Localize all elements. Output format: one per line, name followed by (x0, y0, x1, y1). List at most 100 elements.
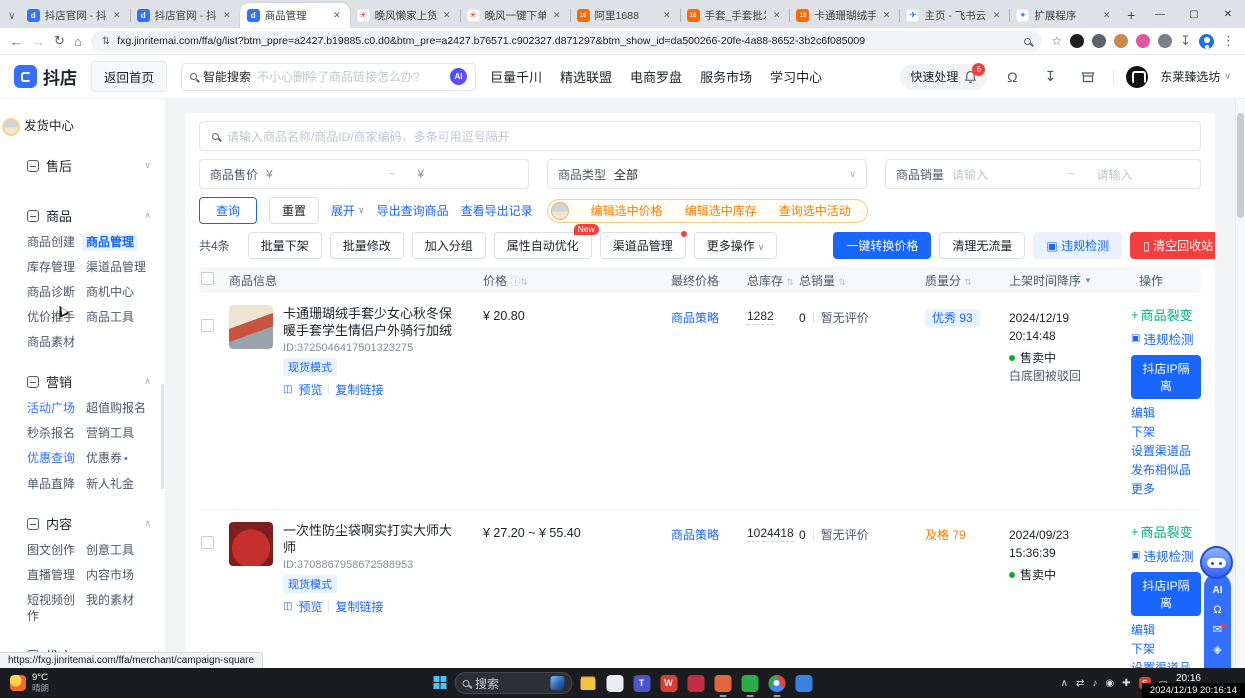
sidebar-section-header[interactable]: 内容 ∧ (0, 508, 165, 539)
row-checkbox[interactable] (201, 319, 214, 332)
product-image[interactable] (229, 305, 273, 349)
header-sales[interactable]: 总销量 ⇅ (799, 272, 925, 289)
ai-label[interactable]: AI (1213, 585, 1223, 596)
teams[interactable]: T (633, 675, 650, 692)
tab-close-icon[interactable]: ✕ (111, 9, 123, 22)
pen-icon[interactable]: ✚ (1122, 678, 1130, 689)
ai-search-icon[interactable]: AI (450, 68, 467, 85)
sidebar-scrollbar[interactable] (161, 384, 164, 489)
windows-start-icon[interactable] (433, 676, 447, 690)
row-violation-check-link[interactable]: ▣违规检测 (1131, 329, 1193, 348)
plugin-action-link[interactable]: 查询选中活动 (779, 202, 851, 219)
query-button[interactable]: 查询 (199, 197, 257, 224)
header-nav-link[interactable]: 巨量千川 (490, 67, 542, 86)
toolbar-button[interactable]: 渠道品管理∨ (600, 232, 686, 259)
menu-dots-icon[interactable]: ⋮ (1222, 33, 1235, 49)
message-icon[interactable]: ✉ (1213, 625, 1222, 636)
tab-close-icon[interactable]: ✕ (1101, 9, 1113, 22)
mail[interactable] (606, 675, 623, 692)
reset-button[interactable]: 重置 (269, 197, 319, 224)
forward-icon[interactable]: → (32, 34, 45, 49)
tab-close-icon[interactable]: ✕ (661, 9, 673, 22)
sort-icon[interactable]: ⇅ (520, 277, 528, 287)
header-nav-link[interactable]: 电商罗盘 (630, 67, 682, 86)
expand-filters-link[interactable]: 展开∨ (331, 202, 365, 219)
header-stock[interactable]: 总库存 ⇅ (747, 272, 799, 289)
keyword-search-input[interactable]: 请输入商品名称/商品ID/商家编码，多条可用逗号隔开 (199, 121, 1201, 151)
fox-plugin-icon[interactable] (2, 118, 20, 136)
product-fission-link[interactable]: + 商品裂变 (1131, 522, 1193, 541)
sidebar-section-header[interactable]: 商品 ∧ (0, 200, 165, 231)
row-action-link[interactable]: 下架 (1131, 425, 1191, 440)
tab-close-icon[interactable]: ✕ (551, 9, 563, 22)
export-products-link[interactable]: 导出查询商品 (377, 202, 449, 219)
copy-link[interactable]: 复制链接 (335, 598, 383, 615)
plugin-action-link[interactable]: 编辑选中价格 (591, 202, 663, 219)
select-all-checkbox[interactable] (201, 272, 214, 285)
tray-expand-icon[interactable]: ∧ (1061, 678, 1068, 689)
sidebar-item[interactable]: 商品诊断 (27, 284, 75, 300)
sidebar-item[interactable]: 商品工具 (86, 309, 134, 325)
toolbar-button[interactable]: 加入分组∨ (412, 232, 486, 259)
product-type-select[interactable]: 商品类型 全部 ∨ (547, 159, 867, 189)
product-title[interactable]: 卡通珊瑚绒手套少女心秋冬保暖手套学生情侣户外骑行加绒防寒手套 (283, 305, 461, 339)
url-bar[interactable]: ⇅ fxg.jinritemai.com/ffa/g/list?btm_ppre… (91, 31, 1043, 52)
header-nav-link[interactable]: 精选联盟 (560, 67, 612, 86)
profile-avatar-icon[interactable] (1199, 34, 1214, 49)
mic-icon[interactable]: ◉ (1105, 678, 1114, 689)
back-home-button[interactable]: 返回首页 (91, 61, 167, 92)
window-minimize-button[interactable]: — (1143, 0, 1177, 28)
row-action-link[interactable]: 发布相似品 (1131, 463, 1191, 478)
header-price[interactable]: 价格 ⓘ⇅ (461, 272, 671, 289)
storefront-icon[interactable] (1075, 64, 1101, 90)
row-action-link[interactable]: 更多 (1131, 482, 1191, 497)
sort-icon[interactable]: ⇅ (786, 277, 794, 287)
sidebar-item-shipping-center[interactable]: 发货中心 (0, 115, 165, 134)
violation-check-button[interactable]: ▣ 违规检测 (1033, 232, 1122, 259)
back-icon[interactable]: ← (10, 34, 23, 49)
recorder[interactable] (714, 675, 731, 692)
header-quality[interactable]: 质量分 ⇅ (925, 272, 1009, 289)
douyin-ip-button[interactable]: 抖店IP隔离 (1131, 572, 1201, 616)
product-image[interactable] (229, 522, 273, 566)
store-name[interactable]: 东莱臻选坊∨ (1160, 68, 1231, 85)
header-nav-link[interactable]: 服务市场 (700, 67, 752, 86)
site-info-icon[interactable]: ⇅ (102, 36, 110, 47)
browser-tab[interactable]: 晚风懒家上货 ✕ (350, 3, 460, 28)
sidebar-item[interactable]: 图文创作 (27, 542, 75, 558)
sidebar-item[interactable]: 内容市场 (86, 567, 134, 583)
photos[interactable] (795, 675, 812, 692)
copy-link[interactable]: 复制链接 (335, 381, 383, 398)
sidebar-item[interactable]: 我的素材 (86, 592, 134, 624)
sidebar-item[interactable]: 营销工具 (86, 425, 134, 441)
browser-tab[interactable]: 晚风一键下单 - 安 ✕ (460, 3, 570, 28)
window-close-button[interactable]: ✕ (1211, 0, 1245, 28)
tab-close-icon[interactable]: ✕ (331, 9, 343, 22)
sidebar-section-header[interactable]: 营销 ∧ (0, 366, 165, 397)
product-fission-link[interactable]: + 商品裂变 (1131, 305, 1193, 324)
word[interactable]: W (660, 675, 677, 692)
sidebar-item[interactable]: 渠道品管理 (86, 259, 146, 275)
row-action-link[interactable]: 编辑 (1131, 623, 1191, 638)
sales-range-filter[interactable]: 商品销量 请输入 ~ 请输入 (885, 159, 1201, 189)
sidebar-item[interactable]: 商机中心 (86, 284, 134, 300)
browser-tab[interactable]: 阿里1688 ✕ (570, 3, 680, 28)
toolbar-button[interactable]: 更多操作∨ (694, 232, 778, 259)
row-violation-check-link[interactable]: ▣违规检测 (1131, 546, 1193, 565)
browser-tab[interactable]: 主页 - 飞书云文档 ✕ (899, 3, 1009, 28)
download-center-icon[interactable]: ↧ (1037, 64, 1063, 90)
product-title[interactable]: 一次性防尘袋啊实打实大师大师 (283, 522, 461, 556)
bookmark-star-icon[interactable]: ☆ (1051, 34, 1062, 48)
price-range-filter[interactable]: 商品售价 ¥ ~ ¥ (199, 159, 529, 189)
sidebar-item[interactable]: 商品创建 (27, 234, 75, 250)
taskbar-search[interactable]: 搜索 (454, 672, 572, 694)
douyin-ip-button[interactable]: 抖店IP隔离 (1131, 355, 1201, 399)
chrome[interactable] (768, 675, 785, 692)
zoom-icon[interactable] (1024, 38, 1031, 45)
product-strategy-link[interactable]: 商品策略 (671, 311, 719, 325)
convert-price-button[interactable]: 一键转换价格 (833, 232, 931, 259)
browser-tab[interactable]: 抖店官网 - 抖音小 ✕ (20, 3, 130, 28)
quick-process-button[interactable]: 快速处理 6 (900, 64, 987, 90)
product-strategy-link[interactable]: 商品策略 (671, 528, 719, 542)
weather-widget[interactable]: 9°C 晴朗 (0, 673, 59, 694)
